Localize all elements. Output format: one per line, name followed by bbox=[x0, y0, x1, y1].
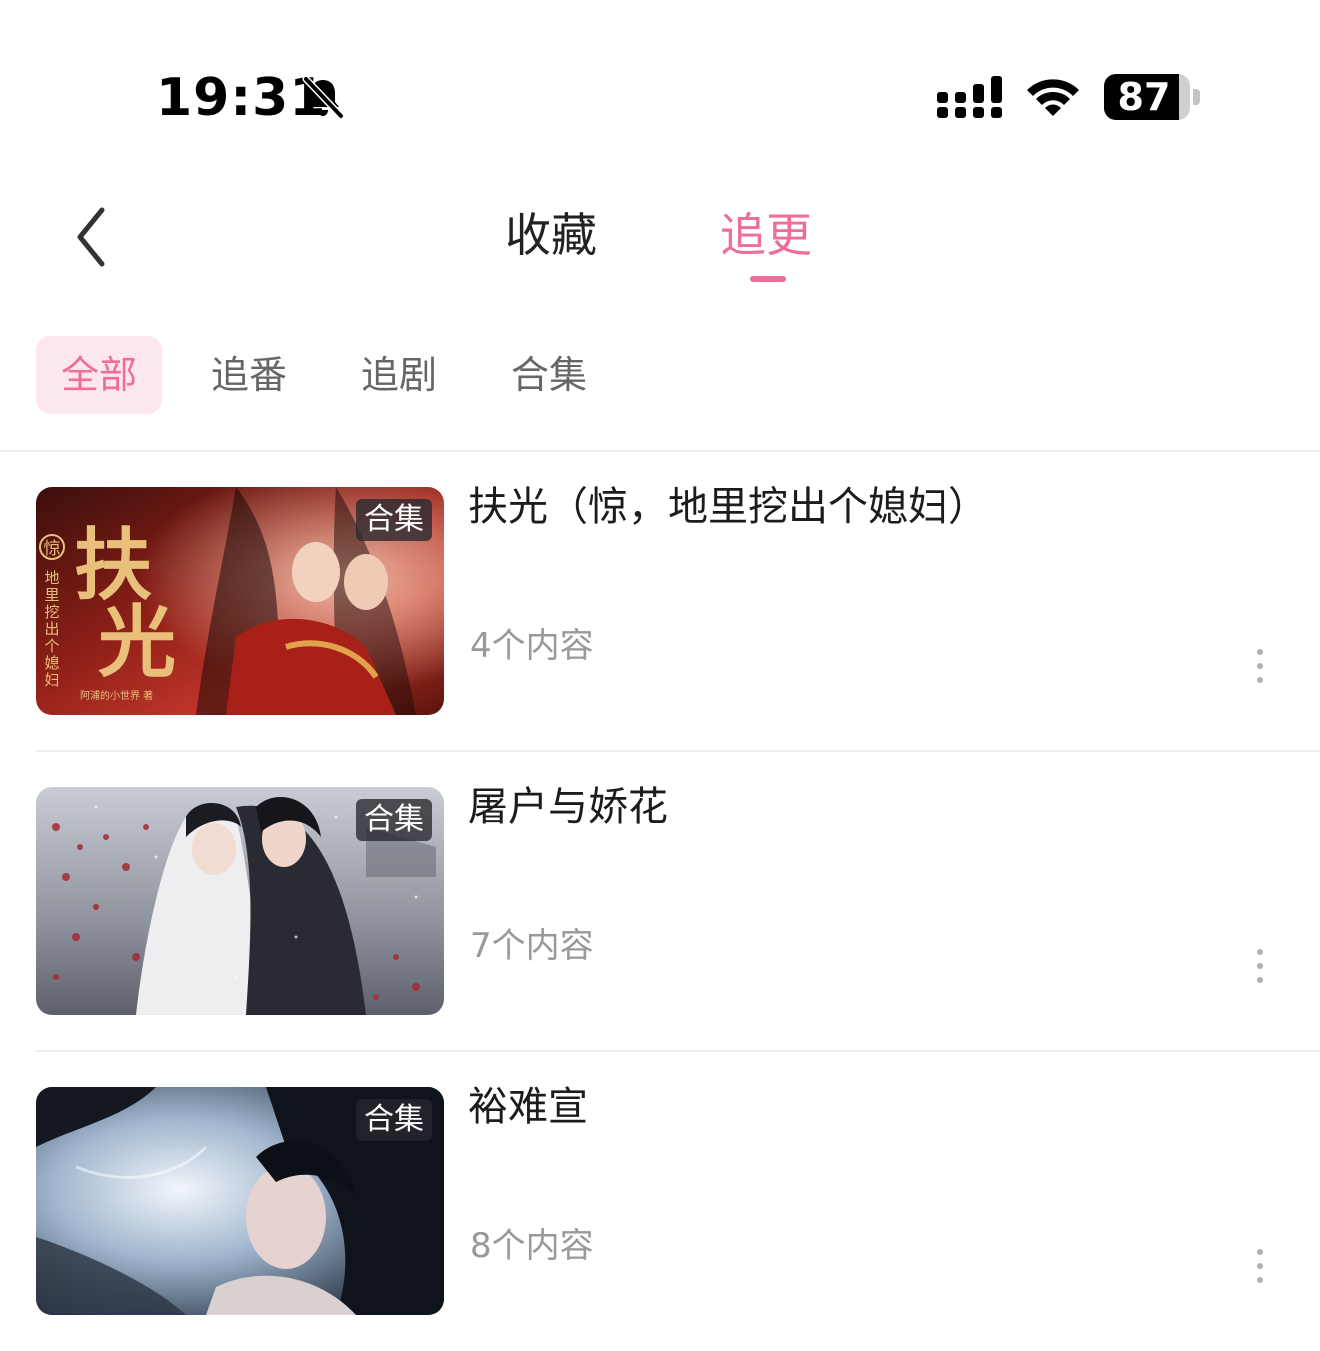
signal-icon bbox=[937, 76, 1002, 118]
cover-image: 合集 bbox=[36, 1087, 444, 1315]
cover-subtitle-char: 妇 bbox=[44, 671, 59, 689]
status-bar: 19:31 87 bbox=[0, 0, 1320, 170]
battery-percent: 87 bbox=[1117, 75, 1171, 119]
chevron-left-icon[interactable] bbox=[62, 202, 122, 272]
item-title: 扶光（惊，地里挖出个媳妇） bbox=[468, 484, 988, 530]
header: 收藏 追更 bbox=[0, 180, 1320, 300]
item-count: 4个内容 bbox=[470, 626, 594, 666]
wifi-icon bbox=[1027, 79, 1079, 116]
more-vertical-icon[interactable] bbox=[1245, 941, 1275, 991]
bell-muted-icon bbox=[302, 75, 345, 120]
cover-title-text: 光 bbox=[98, 597, 176, 688]
filter-anime[interactable]: 追番 bbox=[186, 336, 312, 414]
collection-badge: 合集 bbox=[356, 1099, 432, 1141]
filter-drama[interactable]: 追剧 bbox=[336, 336, 462, 414]
item-title: 屠户与娇花 bbox=[468, 784, 668, 830]
collection-badge: 合集 bbox=[356, 499, 432, 541]
cover-subtitle-char: 个 bbox=[44, 637, 59, 655]
filter-bar: 全部 追番 追剧 合集 bbox=[0, 336, 1320, 416]
cover-subtitle: 地里挖出个媳妇 bbox=[44, 569, 59, 689]
item-count: 8个内容 bbox=[470, 1226, 594, 1266]
collection-badge: 合集 bbox=[356, 799, 432, 841]
item-title: 裕难宣 bbox=[468, 1084, 588, 1130]
cover-subtitle-char: 出 bbox=[44, 620, 59, 638]
cover-subtitle-char: 媳 bbox=[44, 654, 59, 672]
list-item[interactable]: 扶 光 惊 地里挖出个媳妇 阿浦的小世界 著 合集 扶光（惊，地里挖出个媳妇） … bbox=[0, 451, 1320, 752]
tab-following[interactable]: 追更 bbox=[720, 206, 812, 264]
filter-all[interactable]: 全部 bbox=[36, 336, 162, 414]
cover-image: 合集 bbox=[36, 787, 444, 1015]
cover-image: 扶 光 惊 地里挖出个媳妇 阿浦的小世界 著 合集 bbox=[36, 487, 444, 715]
more-vertical-icon[interactable] bbox=[1245, 1241, 1275, 1291]
filter-collection[interactable]: 合集 bbox=[486, 336, 612, 414]
cover-subtitle-char: 地 bbox=[44, 569, 59, 587]
cover-author: 阿浦的小世界 著 bbox=[80, 689, 153, 702]
battery-tip bbox=[1193, 89, 1200, 105]
cover-seal: 惊 bbox=[44, 539, 61, 559]
list-item[interactable]: 合集 屠户与娇花 7个内容 bbox=[0, 751, 1320, 1052]
list-item[interactable]: 合集 裕难宣 8个内容 bbox=[0, 1051, 1320, 1351]
item-count: 7个内容 bbox=[470, 926, 594, 966]
cover-subtitle-char: 里 bbox=[44, 586, 59, 604]
battery-icon: 87 bbox=[1104, 74, 1200, 120]
active-tab-indicator bbox=[750, 276, 786, 282]
battery-body: 87 bbox=[1104, 74, 1190, 120]
cover-subtitle-char: 挖 bbox=[44, 603, 59, 621]
more-vertical-icon[interactable] bbox=[1245, 641, 1275, 691]
tab-favorites[interactable]: 收藏 bbox=[505, 206, 597, 264]
